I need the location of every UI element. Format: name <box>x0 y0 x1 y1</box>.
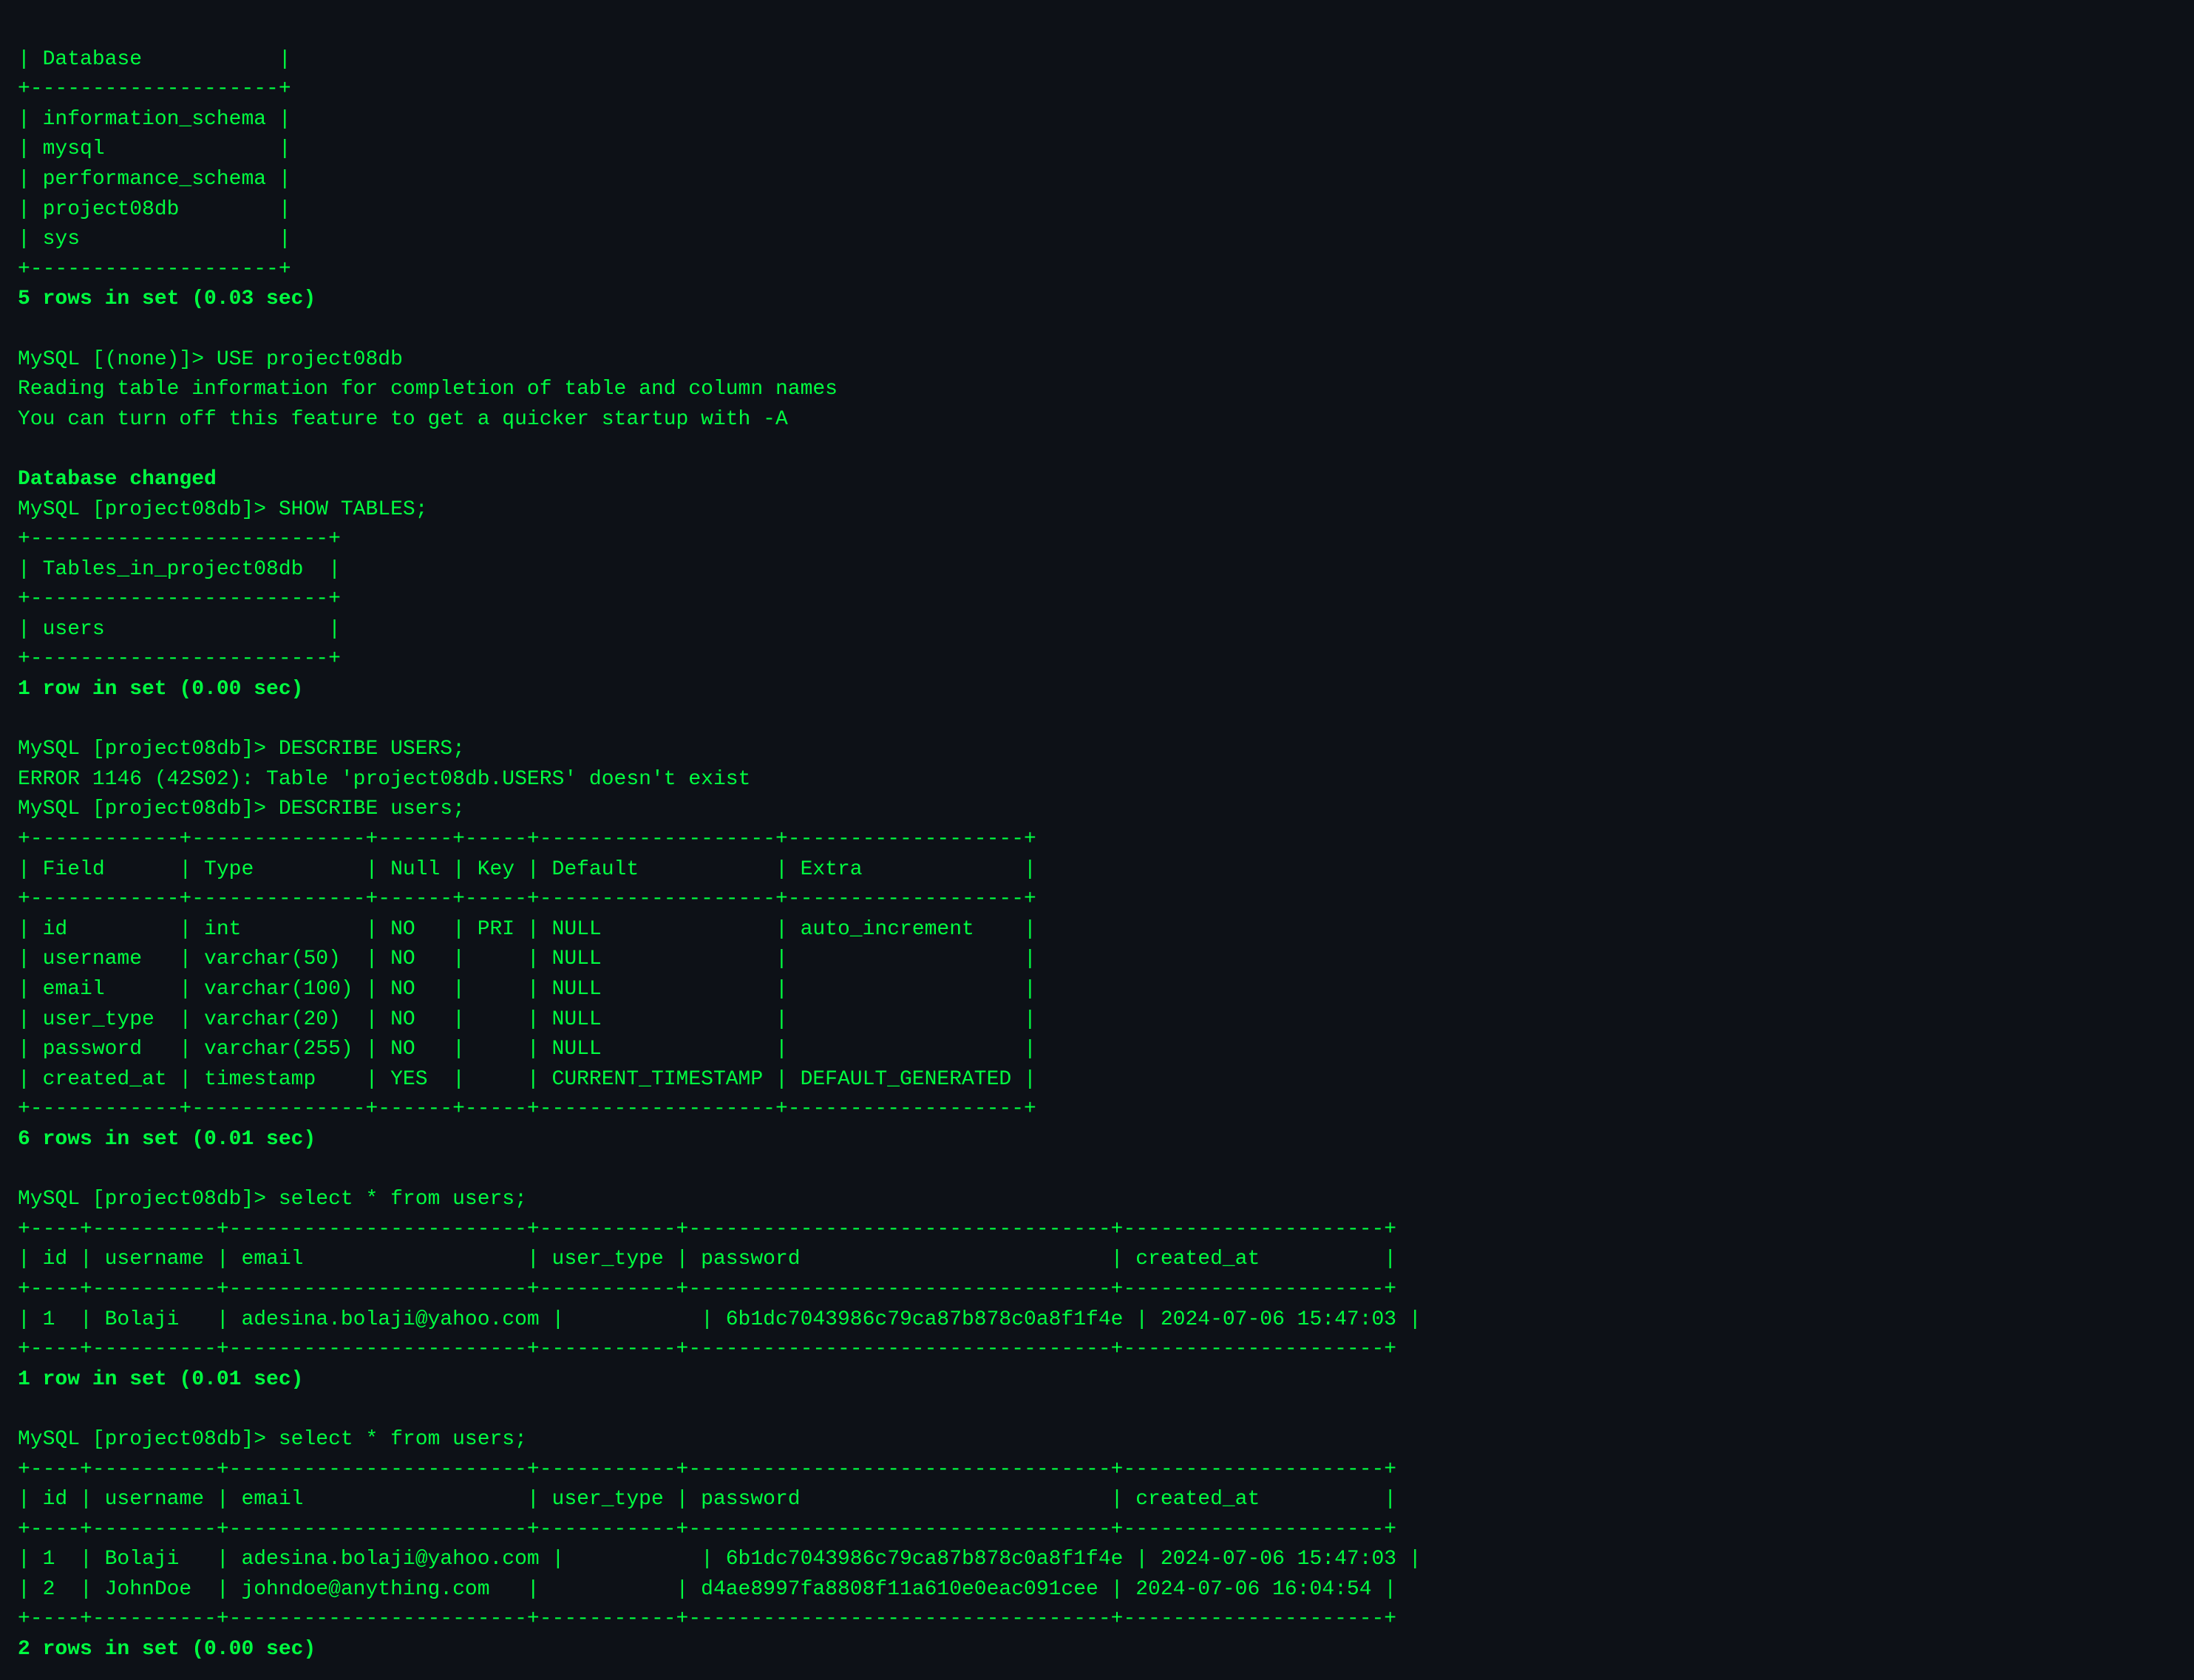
terminal-output: | Database | +--------------------+ | in… <box>18 15 2176 1665</box>
line-database-header: | Database | +--------------------+ | in… <box>18 48 1422 1661</box>
